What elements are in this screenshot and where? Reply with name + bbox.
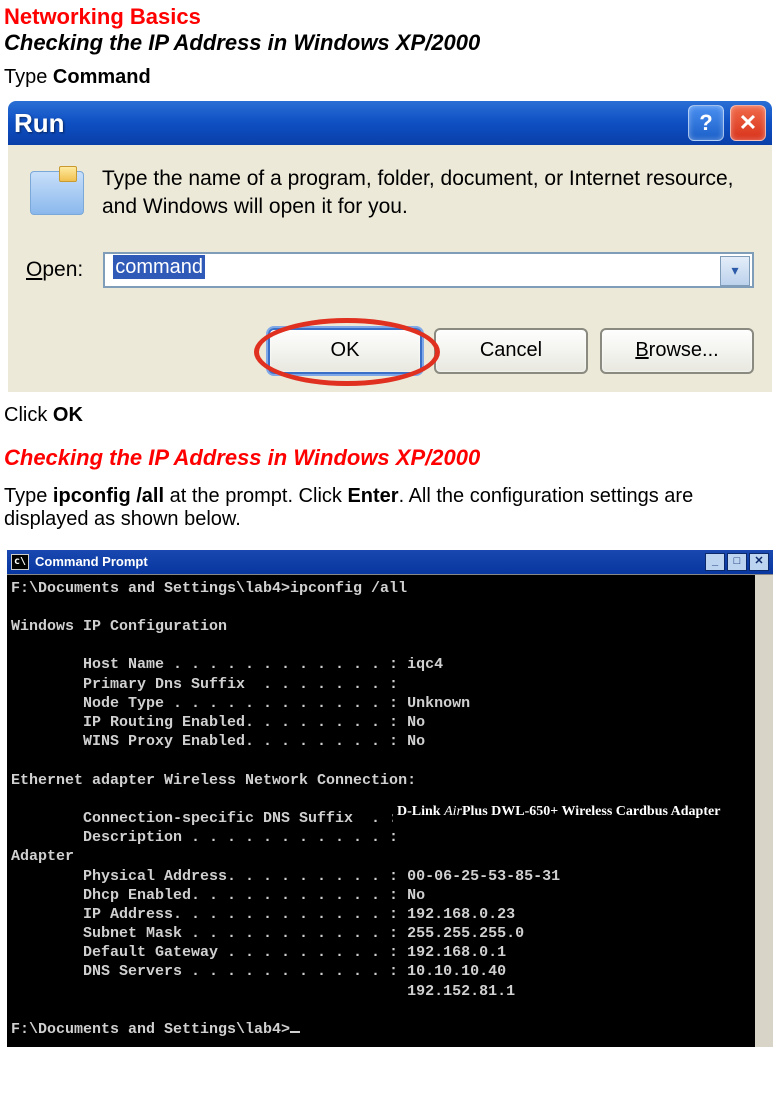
cmd-line: Ethernet adapter Wireless Network Connec… xyxy=(11,772,416,789)
vertical-scrollbar[interactable] xyxy=(755,575,773,1048)
cmd-line: IP Address. . . . . . . . . . . . : 192.… xyxy=(11,906,515,923)
text: Type xyxy=(4,66,53,88)
cmd-close-button[interactable]: ✕ xyxy=(749,553,769,571)
cmd-line: IP Routing Enabled. . . . . . . . : No xyxy=(11,714,425,731)
ov-rest: Plus DWL-650+ Wireless Cardbus Adapter xyxy=(462,804,720,819)
cmd-line: Dhcp Enabled. . . . . . . . . . . : No xyxy=(11,887,425,904)
minimize-button[interactable]: _ xyxy=(705,553,725,571)
instruction-click-ok: Click OK xyxy=(4,404,776,427)
open-combobox[interactable]: command ▾ xyxy=(103,252,754,288)
dialog-button-row: OK Cancel Browse... xyxy=(26,328,754,374)
subheading-red: Checking the IP Address in Windows XP/20… xyxy=(4,445,776,471)
cmd-container: F:\Documents and Settings\lab4>ipconfig … xyxy=(7,574,773,1048)
ok-button[interactable]: OK xyxy=(268,328,422,374)
adapter-description-overlay: D-Link AirPlus DWL-650+ Wireless Cardbus… xyxy=(393,801,755,823)
text-bold: Command xyxy=(53,66,151,88)
cmd-titlebar: c\ Command Prompt _ □ ✕ xyxy=(7,550,773,574)
open-row: Open: command ▾ xyxy=(26,252,754,288)
t1: Type xyxy=(4,485,53,507)
cmd-line: Primary Dns Suffix . . . . . . . : xyxy=(11,676,398,693)
browse-underline: B xyxy=(635,339,648,361)
command-prompt-window: c\ Command Prompt _ □ ✕ F:\Documents and… xyxy=(4,547,776,1051)
cursor xyxy=(290,1031,300,1033)
help-button[interactable]: ? xyxy=(688,105,724,141)
run-icon xyxy=(30,171,84,215)
cmd-line: Windows IP Configuration xyxy=(11,618,227,635)
cmd-line: Connection-specific DNS Suffix . : xyxy=(11,810,398,827)
run-body: Type the name of a program, folder, docu… xyxy=(8,145,772,392)
text-bold: OK xyxy=(53,404,83,426)
cmd-line: Adapter xyxy=(11,848,74,865)
section-title: Networking Basics xyxy=(4,4,776,30)
run-description: Type the name of a program, folder, docu… xyxy=(102,165,754,222)
instruction-type-command: Type Command xyxy=(4,66,776,89)
cmd-body[interactable]: F:\Documents and Settings\lab4>ipconfig … xyxy=(7,575,755,1048)
t2: at the prompt. Click xyxy=(164,485,347,507)
cmd-line: Description . . . . . . . . . . . : xyxy=(11,829,398,846)
cmd-title-text: Command Prompt xyxy=(35,554,148,569)
cmd-line: Host Name . . . . . . . . . . . . : iqc4 xyxy=(11,656,443,673)
text: Click xyxy=(4,404,53,426)
cmd-line: Physical Address. . . . . . . . . : 00-0… xyxy=(11,868,560,885)
run-title: Run xyxy=(14,108,65,139)
maximize-button[interactable]: □ xyxy=(727,553,747,571)
ov-brand: D-Link xyxy=(397,804,444,819)
ov-air: Air xyxy=(444,804,462,819)
ok-button-annotation: OK xyxy=(268,328,422,374)
b2: Enter xyxy=(347,485,398,507)
instruction-ipconfig: Type ipconfig /all at the prompt. Click … xyxy=(4,485,776,531)
cmd-line: WINS Proxy Enabled. . . . . . . . : No xyxy=(11,733,425,750)
cmd-line: 192.152.81.1 xyxy=(11,983,515,1000)
run-titlebar: Run ? ✕ xyxy=(8,101,772,145)
open-input-selection: command xyxy=(113,255,205,279)
browse-rest: rowse... xyxy=(649,339,719,361)
chevron-down-icon[interactable]: ▾ xyxy=(720,256,750,286)
b1: ipconfig /all xyxy=(53,485,164,507)
cmd-line: Node Type . . . . . . . . . . . . : Unkn… xyxy=(11,695,470,712)
cancel-button[interactable]: Cancel xyxy=(434,328,588,374)
run-dialog: Run ? ✕ Type the name of a program, fold… xyxy=(4,97,776,396)
cmd-line: F:\Documents and Settings\lab4> xyxy=(11,1021,290,1038)
cmd-icon: c\ xyxy=(11,554,29,570)
open-label-underline: O xyxy=(26,258,42,281)
open-label: Open: xyxy=(26,258,83,282)
run-description-row: Type the name of a program, folder, docu… xyxy=(26,165,754,222)
cmd-line: Default Gateway . . . . . . . . . : 192.… xyxy=(11,944,506,961)
open-input[interactable]: command xyxy=(103,252,754,288)
cmd-line: F:\Documents and Settings\lab4>ipconfig … xyxy=(11,580,407,597)
section-subtitle: Checking the IP Address in Windows XP/20… xyxy=(4,30,776,56)
cmd-line: Subnet Mask . . . . . . . . . . . : 255.… xyxy=(11,925,524,942)
cmd-line: DNS Servers . . . . . . . . . . . : 10.1… xyxy=(11,963,506,980)
browse-button[interactable]: Browse... xyxy=(600,328,754,374)
close-button[interactable]: ✕ xyxy=(730,105,766,141)
